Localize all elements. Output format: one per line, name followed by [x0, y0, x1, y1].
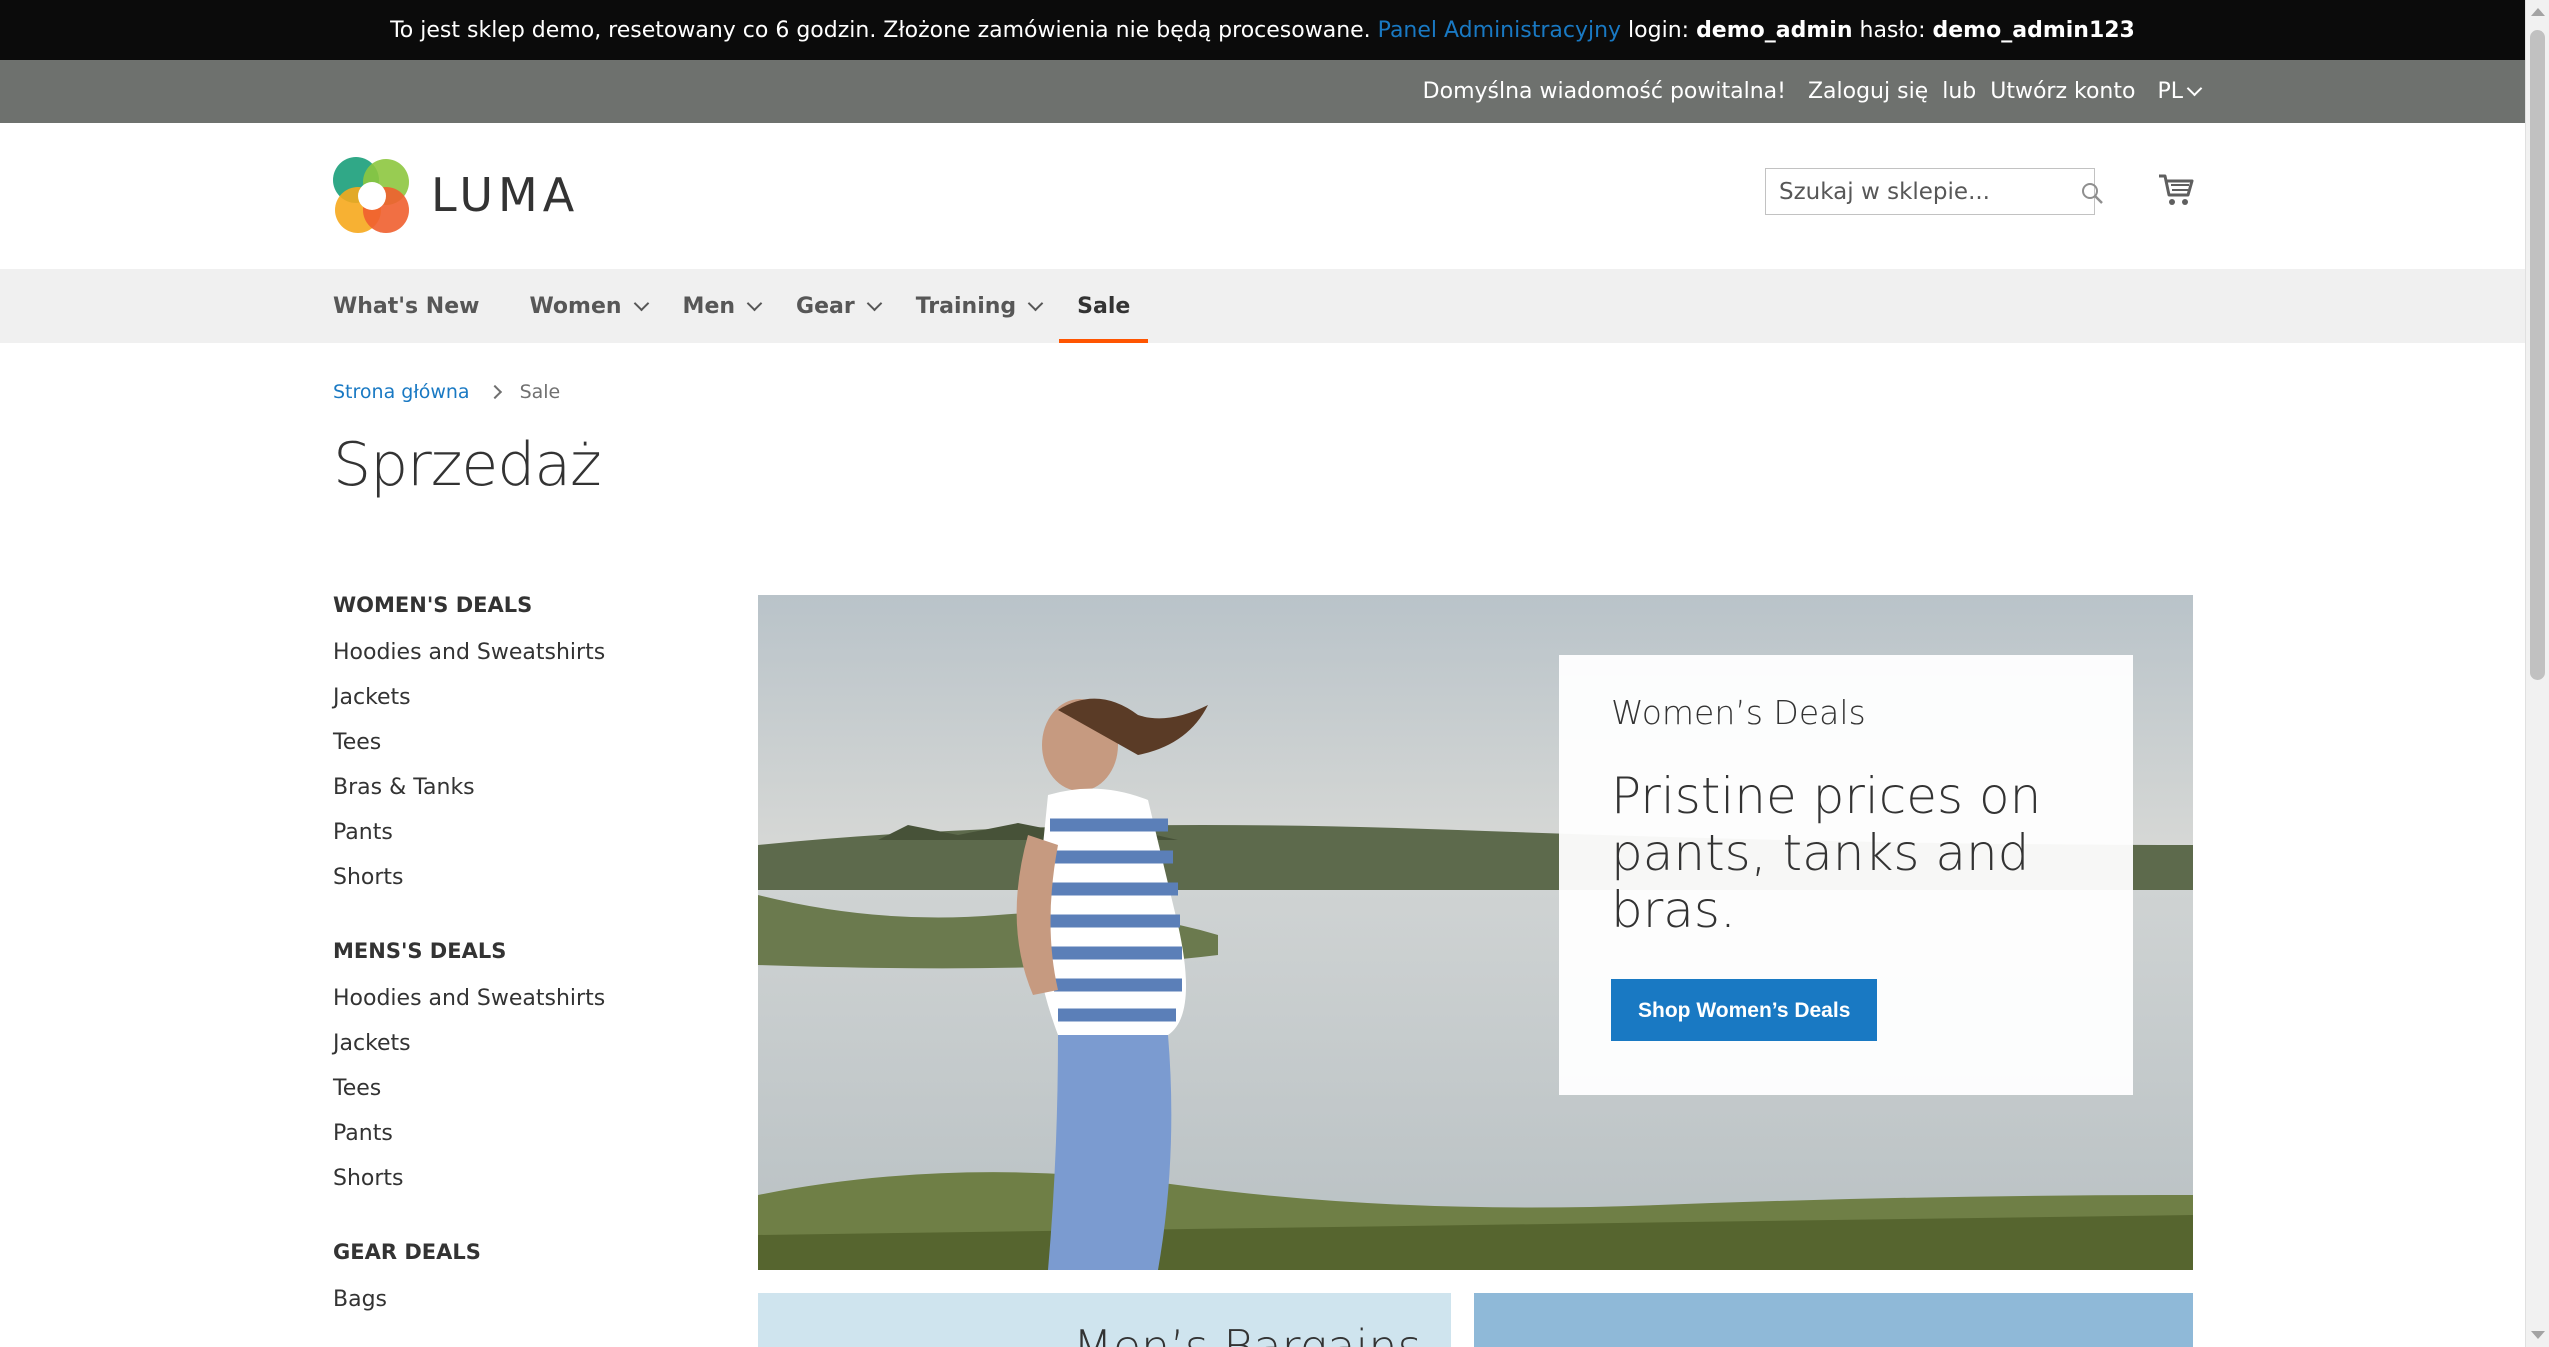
- search-icon[interactable]: [2072, 172, 2103, 212]
- sidebar-item[interactable]: Tees: [333, 1066, 713, 1111]
- language-label: PL: [2157, 79, 2183, 104]
- or-separator: lub: [1942, 79, 1977, 104]
- hero-banner[interactable]: Women’s Deals Pristine prices on pants, …: [758, 595, 2193, 1270]
- search-input[interactable]: [1766, 169, 2072, 214]
- main-navigation: What's New Women Men Gear Training Sale: [0, 269, 2525, 343]
- mens-bargains-label: Men’s Bargains: [1073, 1320, 1422, 1347]
- login-value: demo_admin: [1696, 17, 1853, 43]
- login-label: login:: [1628, 17, 1690, 43]
- scroll-up-icon[interactable]: [2531, 8, 2545, 16]
- sidebar-item[interactable]: Shorts: [333, 855, 713, 900]
- sidebar-group-title: MENS'S DEALS: [333, 939, 507, 963]
- breadcrumb-home-link[interactable]: Strona główna: [333, 381, 470, 403]
- welcome-message: Domyślna wiadomość powitalna!: [1422, 79, 1786, 104]
- chevron-down-icon: [866, 295, 882, 311]
- luma-logo-icon: [333, 157, 409, 233]
- breadcrumb-current: Sale: [519, 381, 561, 403]
- chevron-down-icon: [746, 295, 763, 311]
- scrollbar-thumb[interactable]: [2530, 30, 2545, 680]
- sidebar-item[interactable]: Shorts: [333, 1156, 713, 1201]
- sidebar-item[interactable]: Jackets: [333, 675, 713, 720]
- nav-item-training[interactable]: Training: [898, 269, 1059, 343]
- demo-notice-text: To jest sklep demo, resetowany co 6 godz…: [390, 17, 1371, 43]
- nav-item-men[interactable]: Men: [665, 269, 778, 343]
- language-switcher[interactable]: PL: [2157, 79, 2203, 104]
- cart-icon[interactable]: [2158, 173, 2194, 211]
- search-box: [1765, 168, 2103, 215]
- sidebar-item[interactable]: Pants: [333, 1111, 713, 1156]
- page-scrollbar[interactable]: [2525, 0, 2549, 1347]
- sidebar-item[interactable]: Pants: [333, 810, 713, 855]
- sign-in-link[interactable]: Zaloguj się: [1808, 79, 1928, 104]
- sidebar-group-mens-deals: MENS'S DEALS Hoodies and Sweatshirts Jac…: [333, 936, 713, 1201]
- nav-item-whats-new[interactable]: What's New: [333, 269, 511, 343]
- hero-kicker: Women’s Deals: [1611, 693, 1866, 732]
- sidebar-group-gear-deals: GEAR DEALS Bags: [333, 1237, 713, 1322]
- sidebar-group-title: GEAR DEALS: [333, 1240, 481, 1264]
- chevron-down-icon: [633, 295, 649, 311]
- sidebar: WOMEN'S DEALS Hoodies and Sweatshirts Ja…: [333, 590, 713, 1347]
- password-value: demo_admin123: [1932, 17, 2135, 43]
- page: To jest sklep demo, resetowany co 6 godz…: [0, 0, 2525, 1347]
- chevron-down-icon: [1027, 295, 1044, 311]
- page-title: Sprzedaż: [333, 430, 602, 500]
- password-label: hasło:: [1859, 17, 1926, 43]
- mens-bargains-tile[interactable]: Men’s Bargains: [758, 1293, 1451, 1347]
- breadcrumb: Strona główna Sale: [333, 381, 560, 403]
- sidebar-item[interactable]: Bags: [333, 1277, 713, 1322]
- sidebar-item[interactable]: Tees: [333, 720, 713, 765]
- promo-tile-right[interactable]: [1474, 1293, 2193, 1347]
- sidebar-item[interactable]: Jackets: [333, 1021, 713, 1066]
- sidebar-item[interactable]: Hoodies and Sweatshirts: [333, 976, 713, 1021]
- sidebar-group-title: WOMEN'S DEALS: [333, 593, 533, 617]
- scroll-down-icon[interactable]: [2531, 1331, 2545, 1339]
- admin-panel-link[interactable]: Panel Administracyjny: [1378, 18, 1621, 43]
- chevron-right-icon: [487, 384, 502, 400]
- demo-notice-bar: To jest sklep demo, resetowany co 6 godz…: [0, 0, 2525, 60]
- header-main: LUMA: [0, 123, 2525, 269]
- create-account-link[interactable]: Utwórz konto: [1990, 79, 2135, 104]
- nav-item-gear[interactable]: Gear: [778, 269, 898, 343]
- logo-text: LUMA: [431, 168, 580, 222]
- logo[interactable]: LUMA: [333, 157, 579, 233]
- sidebar-item[interactable]: Hoodies and Sweatshirts: [333, 630, 713, 675]
- shop-womens-deals-button[interactable]: Shop Women’s Deals: [1611, 979, 1878, 1041]
- nav-item-sale[interactable]: Sale: [1059, 269, 1149, 343]
- hero-headline: Pristine prices on pants, tanks and bras…: [1611, 767, 2042, 939]
- header-links: Domyślna wiadomość powitalna! Zaloguj si…: [1422, 60, 2203, 123]
- chevron-down-icon: [2186, 80, 2203, 97]
- sidebar-item[interactable]: Bras & Tanks: [333, 765, 713, 810]
- hero-card: Women’s Deals Pristine prices on pants, …: [1559, 655, 2133, 1095]
- sidebar-group-womens-deals: WOMEN'S DEALS Hoodies and Sweatshirts Ja…: [333, 590, 713, 900]
- nav-item-women[interactable]: Women: [511, 269, 664, 343]
